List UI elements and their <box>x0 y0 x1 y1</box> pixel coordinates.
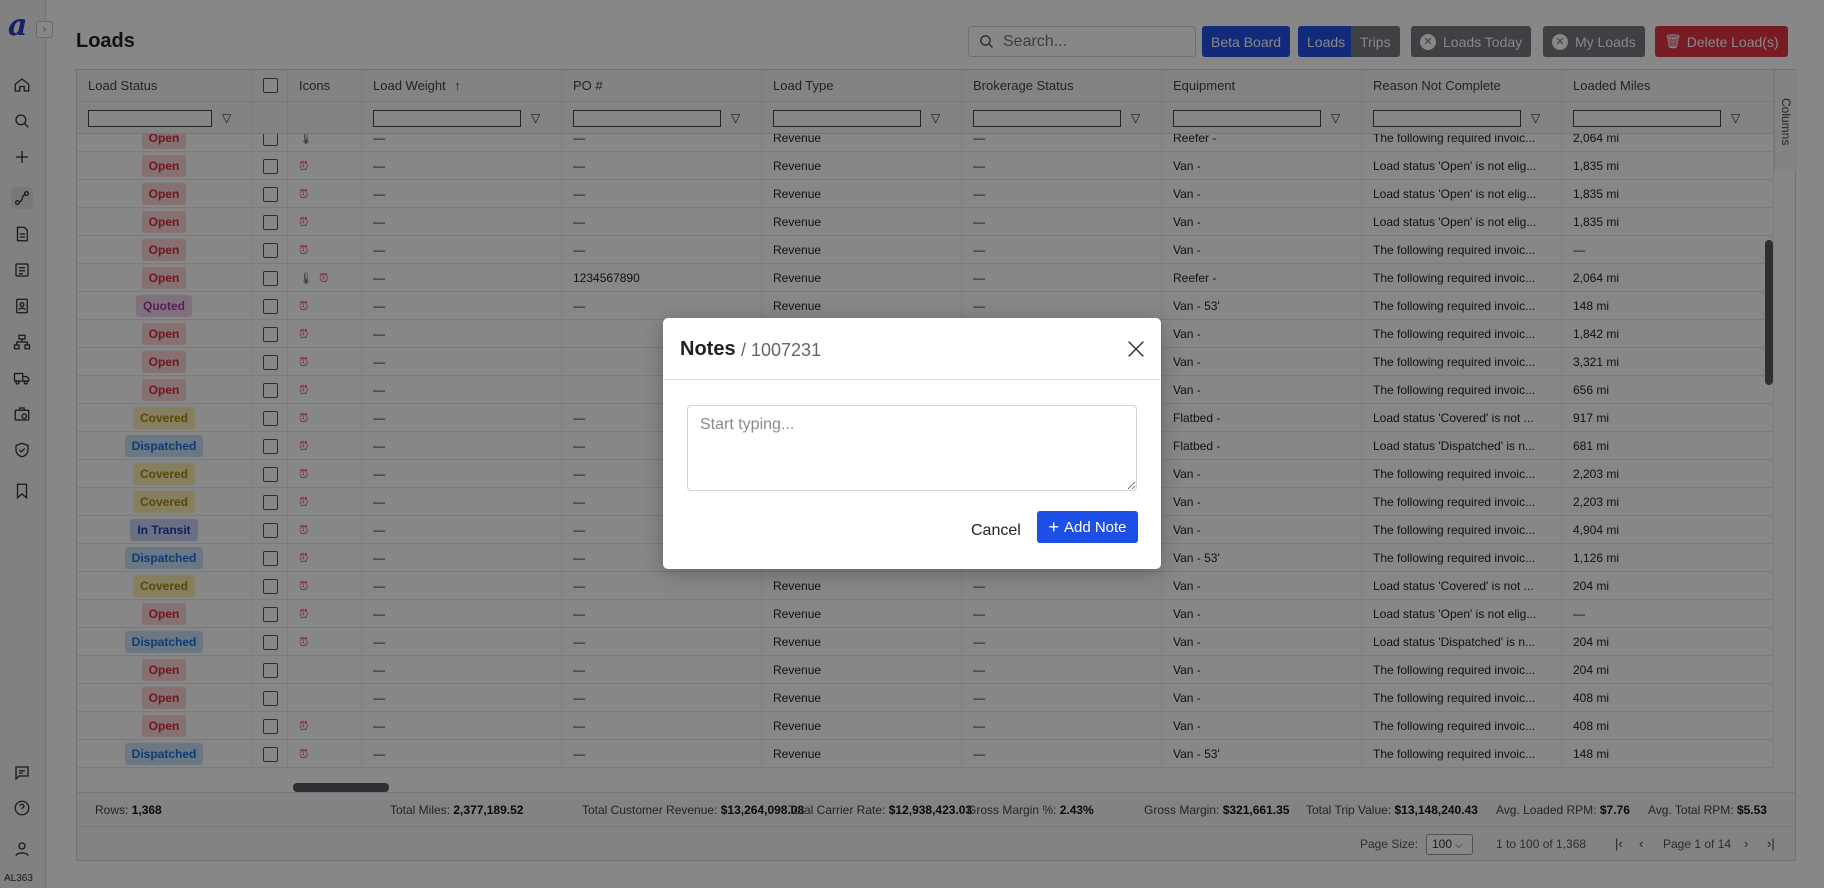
close-icon[interactable] <box>1125 338 1147 360</box>
plus-icon: + <box>1048 517 1059 537</box>
notes-modal: Notes / 1007231 Cancel +Add Note <box>663 318 1161 569</box>
modal-header: Notes / 1007231 <box>663 318 1161 380</box>
modal-load-id: / 1007231 <box>741 340 822 360</box>
cancel-button[interactable]: Cancel <box>971 516 1021 546</box>
add-note-label: Add Note <box>1063 518 1127 536</box>
add-note-button[interactable]: + Add Note <box>1037 511 1138 543</box>
modal-title: Notes <box>680 338 736 360</box>
note-textarea[interactable] <box>687 405 1137 491</box>
